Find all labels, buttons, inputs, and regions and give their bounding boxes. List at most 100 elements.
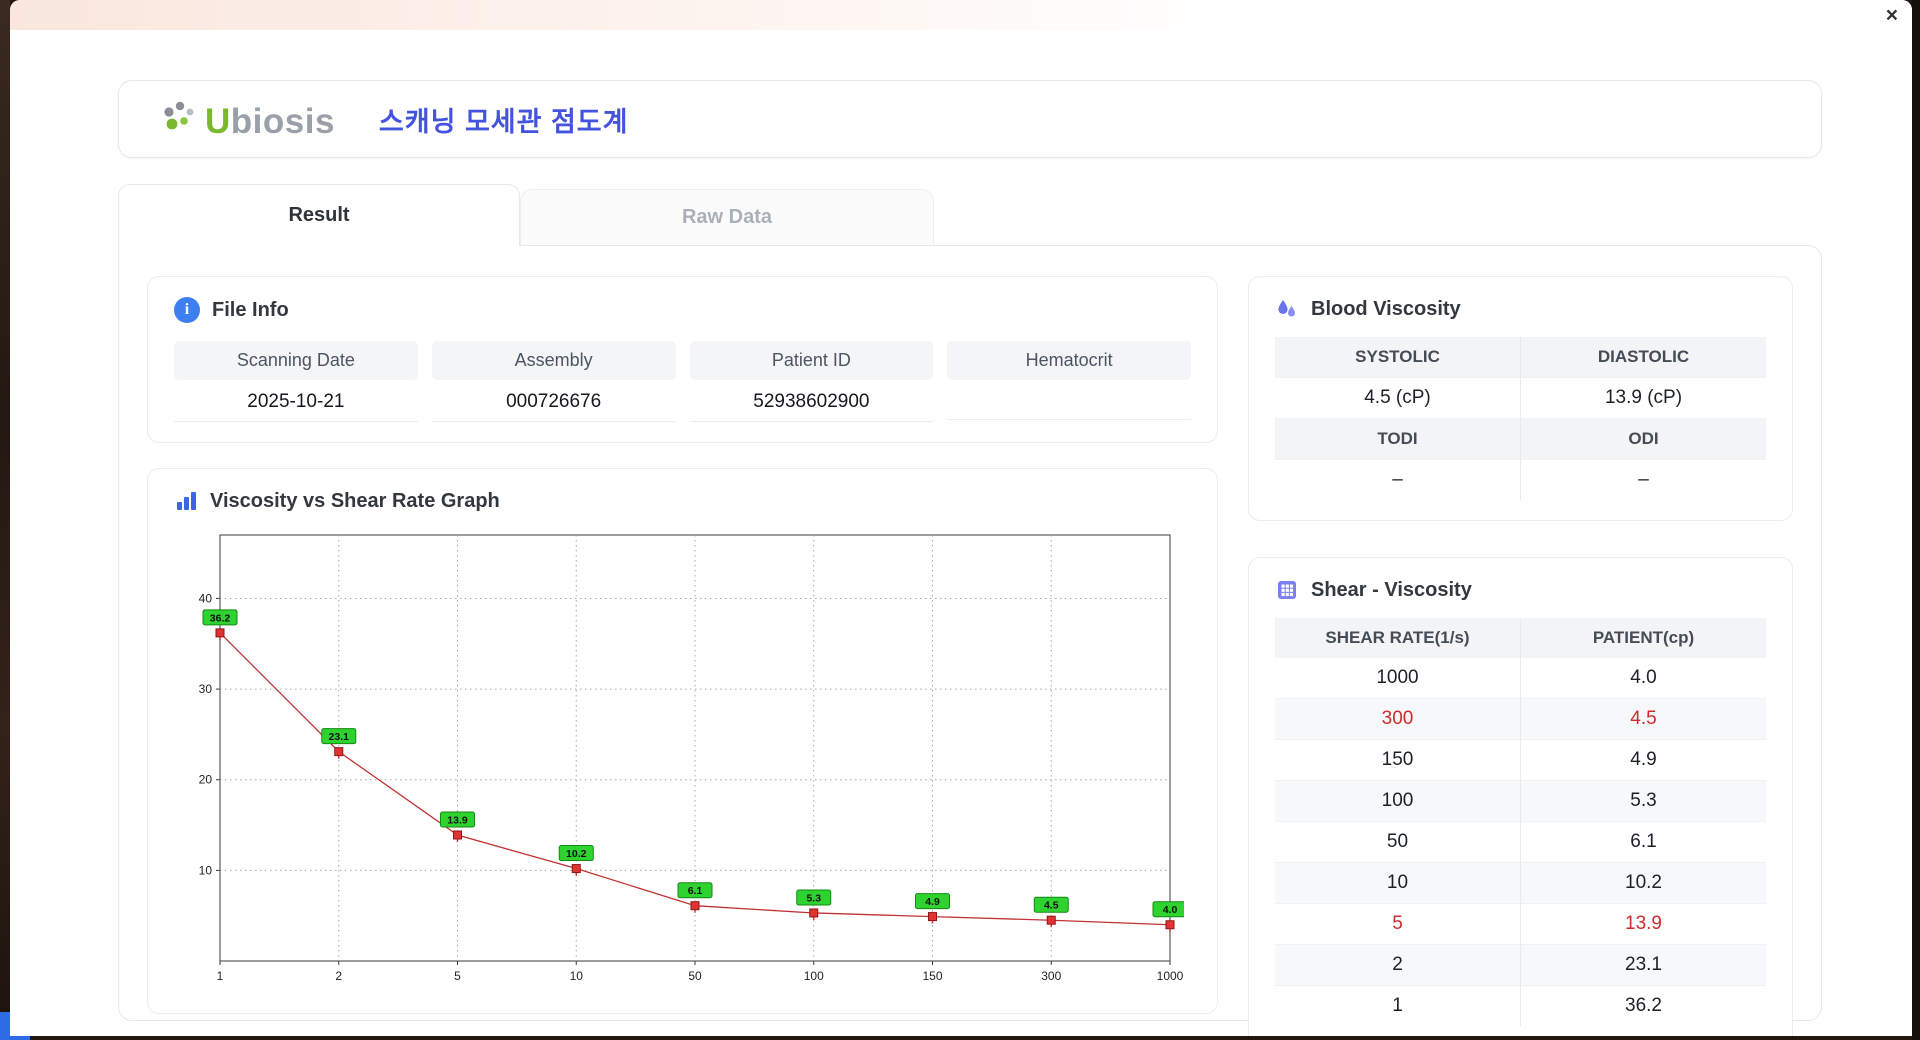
file-info-title-row: i File Info <box>174 297 1191 323</box>
file-info-title: File Info <box>212 298 289 321</box>
left-column: i File Info Scanning Date 2025-10-21 Ass… <box>147 276 1218 1014</box>
col-shear-rate: SHEAR RATE(1/s) <box>1275 618 1521 658</box>
field-label: Hematocrit <box>947 341 1191 380</box>
svg-text:6.1: 6.1 <box>688 885 703 897</box>
tab-raw-data[interactable]: Raw Data <box>520 189 934 245</box>
graph-title: Viscosity vs Shear Rate Graph <box>210 489 500 512</box>
shear-rate-cell: 1000 <box>1376 667 1419 688</box>
svg-text:10: 10 <box>199 863 213 877</box>
shear-viscosity-table: SHEAR RATE(1/s) PATIENT(cp) 1000 4.0 300 4… <box>1275 618 1766 1026</box>
odi-value: – <box>1520 459 1766 500</box>
svg-text:10.2: 10.2 <box>566 848 587 860</box>
blood-viscosity-title: Blood Viscosity <box>1311 297 1461 320</box>
shear-rate-cell: 300 <box>1275 698 1521 740</box>
diastolic-value: 13.9 (cP) <box>1520 377 1766 419</box>
systolic-value: 4.5 (cP) <box>1275 377 1521 419</box>
col-todi: TODI <box>1275 418 1521 460</box>
patient-cell: 10.2 <box>1520 862 1766 904</box>
table-row: 50 6.1 <box>1275 821 1766 863</box>
window-titlebar: × <box>10 0 1912 30</box>
field-scanning-date: Scanning Date 2025-10-21 <box>174 341 418 422</box>
table-row: 150 4.9 <box>1275 739 1766 781</box>
col-odi: ODI <box>1520 418 1766 460</box>
shear-viscosity-title-row: Shear - Viscosity <box>1275 578 1766 602</box>
app-header: Ubiosis 스캐닝 모세관 점도계 <box>118 80 1822 158</box>
todi-value: – <box>1275 459 1521 500</box>
shear-viscosity-title: Shear - Viscosity <box>1311 578 1472 601</box>
field-hematocrit: Hematocrit <box>947 341 1191 422</box>
svg-text:10: 10 <box>570 969 584 983</box>
grid-icon <box>1278 581 1296 599</box>
page-title: 스캐닝 모세관 점도계 <box>378 106 629 137</box>
file-info-fields: Scanning Date 2025-10-21 Assembly 000726… <box>174 341 1191 422</box>
viscosity-chart: 10 20 30 40 1 2 5 10 50 100 150 300 1000 36.2 23.1 13.9… <box>199 534 1184 983</box>
viscosity-graph-card: Viscosity vs Shear Rate Graph 10 20 30 40 1 2… <box>147 468 1218 1014</box>
desktop-edge-right <box>1912 0 1920 1040</box>
svg-text:2: 2 <box>335 969 342 983</box>
table-row: 10 10.2 <box>1275 862 1766 904</box>
field-value: 000726676 <box>431 380 676 422</box>
shear-rate-cell: 1 <box>1275 985 1521 1026</box>
table-row: 5 13.9 <box>1275 903 1766 945</box>
blood-viscosity-title-row: Blood Viscosity <box>1275 297 1766 321</box>
table-row: 100 5.3 <box>1275 780 1766 822</box>
ubiosis-logo: Ubiosis <box>159 99 335 139</box>
table-header-row: SHEAR RATE(1/s) PATIENT(cp) <box>1275 618 1766 658</box>
close-icon[interactable]: × <box>1886 5 1898 26</box>
right-column: Blood Viscosity SYSTOLIC DIASTOLIC 4.5 (… <box>1248 276 1793 1036</box>
shear-viscosity-card: Shear - Viscosity SHEAR RATE(1/s) PATIEN… <box>1248 557 1793 1036</box>
svg-text:4.0: 4.0 <box>1163 904 1178 916</box>
svg-text:13.9: 13.9 <box>447 815 468 827</box>
shear-rate-cell: 100 <box>1275 780 1521 822</box>
svg-text:40: 40 <box>199 591 213 605</box>
app-window: × Ubiosis 스캐닝 모세관 점도계 Result Raw Data i … <box>10 0 1912 1036</box>
desktop-edge-left <box>0 0 10 1040</box>
table-row: 4.5 (cP) 13.9 (cP) <box>1275 377 1766 419</box>
logo-letters-rest: biosis <box>230 102 335 141</box>
patient-cell: 13.9 <box>1520 903 1766 945</box>
ubiosis-dots-icon <box>164 101 194 130</box>
logo-letter-u: U <box>205 102 231 141</box>
field-value: 2025-10-21 <box>174 380 418 422</box>
patient-cell: 4.9 <box>1520 739 1766 781</box>
svg-text:1: 1 <box>217 969 224 983</box>
patient-cell: 6.1 <box>1520 821 1766 863</box>
logo-text: Ubiosis <box>205 104 335 139</box>
table-header-row: SYSTOLIC DIASTOLIC <box>1275 337 1766 378</box>
svg-text:1000: 1000 <box>1157 969 1184 983</box>
table-header-row: TODI ODI <box>1275 418 1766 460</box>
graph-title-row: Viscosity vs Shear Rate Graph <box>174 489 1191 513</box>
svg-text:5.3: 5.3 <box>806 892 821 904</box>
file-info-card: i File Info Scanning Date 2025-10-21 Ass… <box>147 276 1218 443</box>
svg-text:30: 30 <box>199 682 213 696</box>
shear-rate-cell: 2 <box>1275 944 1521 986</box>
svg-text:4.5: 4.5 <box>1044 900 1059 912</box>
patient-cell: 5.3 <box>1520 780 1766 822</box>
patient-cell: 36.2 <box>1520 985 1766 1026</box>
main-area: Ubiosis 스캐닝 모세관 점도계 Result Raw Data i Fi… <box>10 30 1912 1036</box>
droplets-icon <box>1278 300 1295 317</box>
svg-text:4.9: 4.9 <box>925 896 940 908</box>
bar-chart-icon <box>177 492 196 510</box>
svg-text:20: 20 <box>199 773 213 787</box>
field-label: Assembly <box>431 341 676 380</box>
field-patient-id: Patient ID 52938602900 <box>689 341 934 422</box>
patient-cell: 4.5 <box>1520 698 1766 740</box>
field-label: Scanning Date <box>174 341 418 380</box>
blood-viscosity-table: SYSTOLIC DIASTOLIC 4.5 (cP) 13.9 (cP) TO… <box>1275 337 1766 500</box>
table-row: 1 36.2 <box>1275 985 1766 1026</box>
field-label: Patient ID <box>689 341 934 380</box>
tab-result[interactable]: Result <box>118 184 520 246</box>
svg-text:50: 50 <box>688 969 702 983</box>
svg-text:23.1: 23.1 <box>329 731 350 743</box>
field-assembly: Assembly 000726676 <box>431 341 676 422</box>
table-row: – – <box>1275 459 1766 500</box>
field-value <box>947 380 1191 420</box>
table-row: 1000 4.0 <box>1275 658 1766 699</box>
svg-text:5: 5 <box>454 969 461 983</box>
shear-rate-cell: 50 <box>1275 821 1521 863</box>
col-diastolic: DIASTOLIC <box>1520 337 1766 378</box>
table-row: 300 4.5 <box>1275 698 1766 740</box>
tab-bar: Result Raw Data <box>118 184 1822 246</box>
blood-viscosity-card: Blood Viscosity SYSTOLIC DIASTOLIC 4.5 (… <box>1248 276 1793 521</box>
